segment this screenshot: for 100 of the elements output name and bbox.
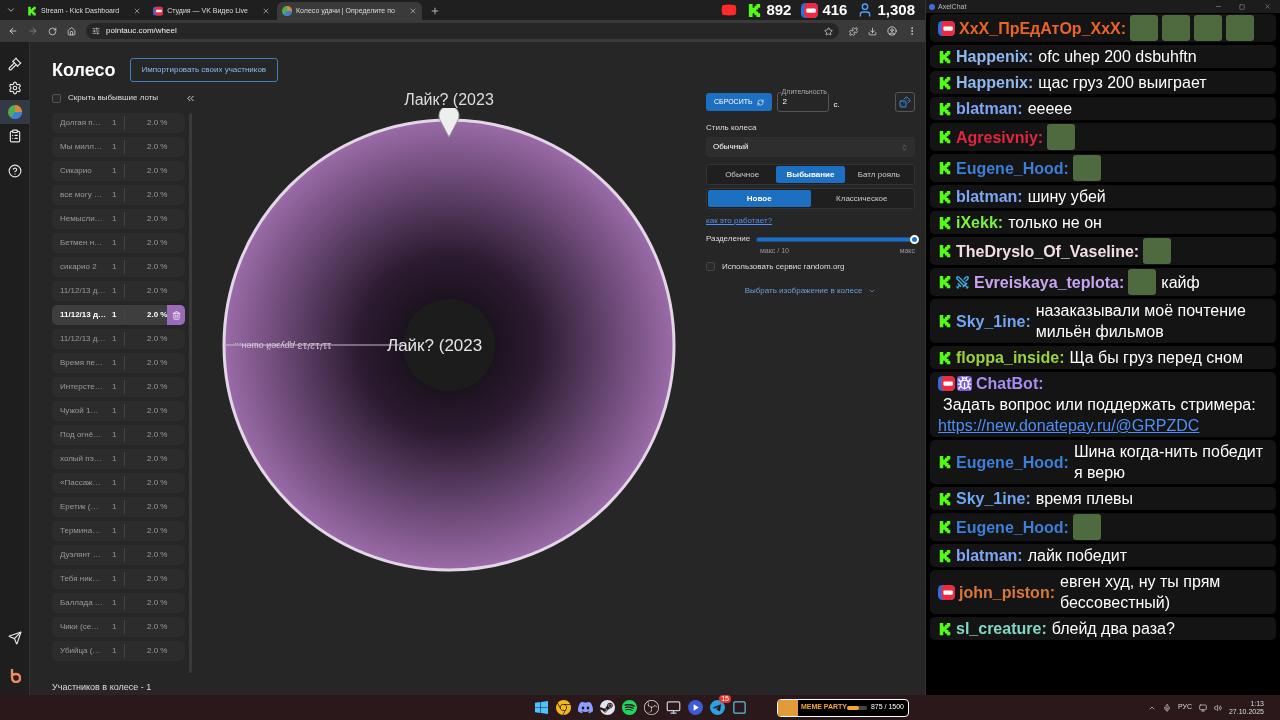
lot-row[interactable]: Под огнё… 1 2.0 % bbox=[52, 425, 186, 445]
obs-icon[interactable] bbox=[643, 700, 659, 715]
lot-row[interactable]: все могу … 1 2.0 % bbox=[52, 185, 186, 205]
user-name[interactable]: Agresivniy: bbox=[956, 126, 1044, 148]
mode-tab[interactable]: Обычное bbox=[708, 166, 777, 183]
style-select[interactable]: Обычный bbox=[706, 137, 915, 157]
user-name[interactable]: floppa_inside: bbox=[956, 347, 1065, 368]
new-tab-icon[interactable] bbox=[429, 6, 440, 16]
close-icon[interactable] bbox=[1264, 3, 1271, 10]
window-icon[interactable] bbox=[731, 700, 747, 715]
emote-image bbox=[1128, 269, 1157, 295]
windows-start-icon[interactable] bbox=[533, 700, 549, 715]
user-name[interactable]: Sky_1ine: bbox=[956, 488, 1031, 509]
discord-icon[interactable] bbox=[577, 700, 593, 715]
user-name[interactable]: TheDryslo_Of_Vaseline: bbox=[956, 240, 1140, 262]
home-icon[interactable] bbox=[67, 26, 76, 36]
paper-plane-icon[interactable] bbox=[709, 700, 725, 715]
dice-icon bbox=[899, 96, 911, 108]
dice-button[interactable] bbox=[895, 92, 915, 112]
lot-row[interactable]: Мы милл… 1 2.0 % bbox=[52, 137, 186, 157]
address-bar[interactable]: pointauc.com/wheel bbox=[86, 23, 839, 39]
lot-row[interactable]: Чужой 1… 1 2.0 % bbox=[52, 401, 186, 421]
play-icon[interactable] bbox=[687, 700, 703, 715]
lot-row[interactable]: Убийца (… 1 2.0 % bbox=[52, 641, 186, 661]
site-info-icon[interactable] bbox=[92, 27, 100, 35]
lot-row[interactable]: холый пэ… 1 2.0 % bbox=[52, 449, 186, 469]
microphone-icon[interactable] bbox=[1162, 703, 1171, 712]
close-icon[interactable] bbox=[262, 7, 270, 15]
lot-row[interactable]: 11/12/13 д… 1 2.0 % bbox=[52, 329, 186, 349]
profile-icon[interactable] bbox=[887, 26, 897, 36]
lot-row[interactable]: Чики (се… 1 2.0 % bbox=[52, 617, 186, 637]
user-name[interactable]: blatman: bbox=[956, 545, 1023, 566]
mode-tab[interactable]: Батл рояль bbox=[844, 166, 913, 183]
send-icon[interactable] bbox=[7, 631, 22, 645]
lot-row[interactable]: Сикарио 1 2.0 % bbox=[52, 161, 186, 181]
lot-row[interactable]: Интерсте… 1 2.0 % bbox=[52, 377, 186, 397]
close-icon[interactable] bbox=[133, 7, 142, 15]
monitor-icon[interactable] bbox=[665, 700, 681, 715]
close-icon[interactable] bbox=[408, 7, 417, 15]
lot-row[interactable]: 11/12/13 д… 1 2.0 % bbox=[52, 281, 186, 301]
user-name[interactable]: Sky_1ine: bbox=[956, 310, 1031, 332]
user-name[interactable]: sl_creature: bbox=[956, 618, 1047, 639]
checkbox[interactable] bbox=[706, 262, 715, 271]
import-button[interactable]: Импортировать своих участников bbox=[129, 58, 279, 82]
variant-tab[interactable]: Новое bbox=[708, 190, 811, 207]
user-name[interactable]: Happenix: bbox=[956, 46, 1034, 67]
emote-image bbox=[1130, 15, 1159, 41]
lot-row[interactable]: Еретик (… 1 2.0 % bbox=[52, 497, 186, 517]
lot-share: 2.0 % bbox=[147, 309, 168, 321]
back-icon[interactable] bbox=[8, 26, 18, 36]
user-name[interactable]: Eugene_Hood: bbox=[956, 451, 1069, 473]
logo-icon[interactable] bbox=[8, 669, 21, 683]
clipboard-icon[interactable] bbox=[7, 129, 22, 143]
user-name[interactable]: blatman: bbox=[956, 186, 1023, 207]
spotify-icon[interactable] bbox=[621, 700, 637, 715]
lot-row[interactable]: Баллада … 1 2.0 % bbox=[52, 593, 186, 613]
lot-row[interactable]: Дуэлянт … 1 2.0 % bbox=[52, 545, 186, 565]
lot-row[interactable]: Термина… 1 2.0 % bbox=[52, 521, 186, 541]
variant-tab[interactable]: Классическое bbox=[810, 190, 913, 207]
lot-row[interactable]: Бетмен н… 1 2.0 % bbox=[52, 233, 186, 253]
user-name[interactable]: Eugene_Hood: bbox=[956, 516, 1069, 538]
chrome-icon[interactable] bbox=[555, 700, 571, 715]
volume-icon[interactable] bbox=[1213, 703, 1222, 712]
user-name[interactable]: ChatBot: bbox=[976, 373, 1044, 394]
user-name[interactable]: Eugene_Hood: bbox=[956, 157, 1069, 179]
lot-row[interactable]: «Пассаж… 1 2.0 % bbox=[52, 473, 186, 493]
lot-row[interactable]: Немысли… 1 2.0 % bbox=[52, 209, 186, 229]
help-link[interactable]: как это работает? bbox=[706, 215, 773, 227]
tab-list-icon[interactable] bbox=[6, 5, 16, 15]
slider-thumb[interactable] bbox=[910, 234, 919, 244]
help-icon[interactable] bbox=[7, 164, 22, 178]
download-icon[interactable] bbox=[868, 26, 877, 36]
image-picker-button[interactable]: Выбрать изображение в колесе bbox=[744, 284, 877, 297]
steam-icon[interactable] bbox=[599, 700, 615, 715]
lot-row[interactable]: сикарио 2 1 2.0 % bbox=[52, 257, 186, 277]
wheel-drawing[interactable] bbox=[222, 118, 676, 572]
lot-row[interactable]: Долгая п… 1 2.0 % bbox=[52, 113, 186, 133]
user-name[interactable]: john_piston: bbox=[959, 581, 1055, 603]
lot-row[interactable]: 11/12/13 д… 1 2.0 % bbox=[52, 305, 186, 325]
monitor-icon[interactable] bbox=[1198, 703, 1207, 712]
lot-row[interactable]: Время пе… 1 2.0 % bbox=[52, 353, 186, 373]
settings-icon[interactable] bbox=[7, 81, 22, 95]
gavel-icon[interactable] bbox=[7, 57, 22, 71]
lot-share: 2.0 % bbox=[147, 597, 168, 609]
bookmark-icon[interactable] bbox=[824, 26, 833, 36]
forward-icon[interactable] bbox=[28, 26, 38, 36]
user-name[interactable]: blatman: bbox=[956, 98, 1023, 119]
minimize-icon[interactable] bbox=[1215, 3, 1222, 10]
checkbox[interactable] bbox=[52, 93, 61, 103]
delete-button[interactable] bbox=[167, 305, 186, 325]
extensions-icon[interactable] bbox=[849, 26, 858, 36]
user-name[interactable]: Evreiskaya_teplota: bbox=[974, 271, 1125, 293]
pie-chart-icon[interactable] bbox=[7, 105, 22, 119]
donate-link[interactable]: https://new.donatepay.ru/@GRPZDC bbox=[938, 415, 1268, 436]
user-name[interactable]: XxX_ПрЕдАтОр_XxX: bbox=[959, 17, 1127, 39]
lot-row[interactable]: Тебя ник… 1 2.0 % bbox=[52, 569, 186, 589]
user-name[interactable]: Happenix: bbox=[956, 72, 1034, 93]
user-name[interactable]: iXekk: bbox=[956, 212, 1004, 233]
mode-tab[interactable]: Выбывание bbox=[776, 166, 845, 183]
reload-icon[interactable] bbox=[48, 26, 57, 36]
